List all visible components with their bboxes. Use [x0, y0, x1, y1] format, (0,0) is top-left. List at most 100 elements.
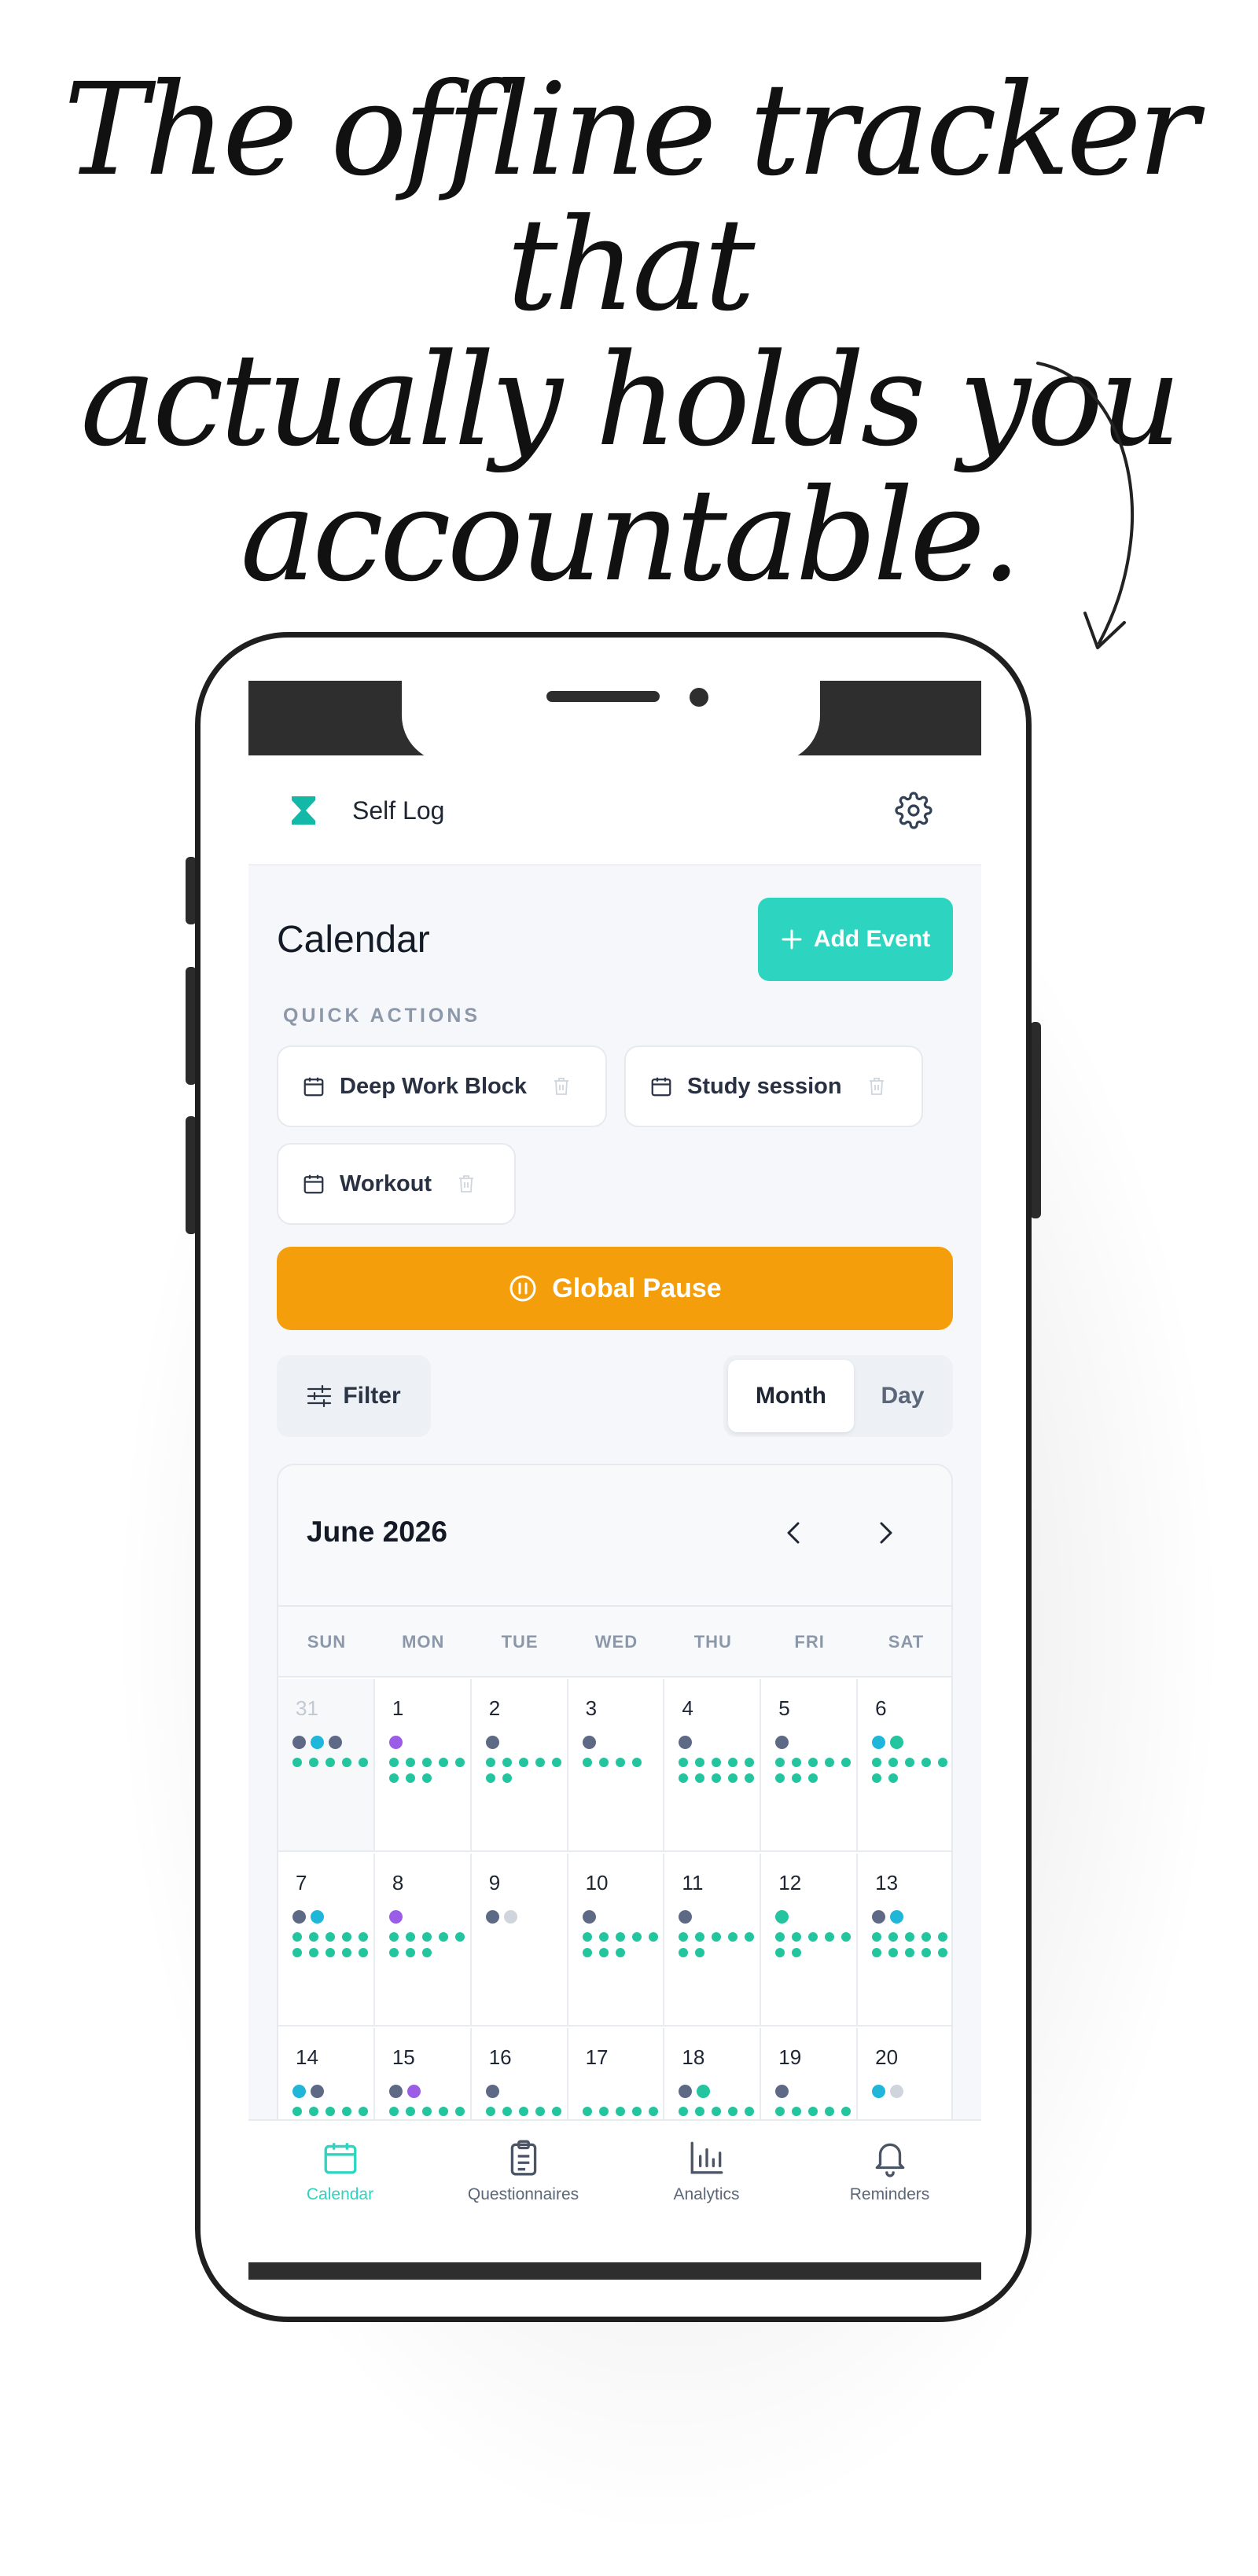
calendar-day-cell[interactable]: 4 — [664, 1679, 762, 1852]
day-number: 17 — [585, 2045, 609, 2069]
bell-icon — [875, 2143, 904, 2177]
quick-action-chip[interactable]: Deep Work Block — [277, 1045, 607, 1127]
day-number: 9 — [488, 1871, 501, 1894]
completion-dots — [872, 1932, 948, 1957]
completion-dot — [342, 1932, 351, 1942]
completion-dot — [342, 1758, 351, 1767]
phone-bottom-bezel — [248, 2262, 981, 2280]
trash-icon[interactable] — [457, 1174, 476, 1194]
status-dot — [582, 1910, 596, 1924]
app-bar: Self Log — [248, 755, 981, 865]
day-number: 20 — [875, 2045, 899, 2069]
settings-gear-icon[interactable] — [895, 792, 932, 829]
completion-dot — [582, 1758, 592, 1767]
completion-dot — [359, 1758, 368, 1767]
status-dots — [872, 1910, 904, 1924]
nav-item-reminders[interactable]: Reminders — [798, 2121, 981, 2262]
completion-dot — [502, 2107, 512, 2116]
status-dot — [388, 1910, 403, 1924]
status-dots — [582, 1736, 596, 1749]
status-dots — [775, 2085, 789, 2098]
calendar-day-cell[interactable]: 7 — [278, 1854, 375, 2027]
calendar-day-cell[interactable]: 31 — [278, 1679, 375, 1852]
completion-dot — [775, 1932, 785, 1942]
calendar-day-cell[interactable]: 6 — [858, 1679, 951, 1852]
plus-icon — [782, 929, 802, 950]
completion-dot — [872, 1758, 882, 1767]
completion-dot — [775, 2107, 785, 2116]
completion-dot — [309, 2107, 318, 2116]
completion-dot — [326, 1932, 335, 1942]
completion-dot — [808, 1773, 818, 1783]
calendar-day-cell[interactable]: 10 — [568, 1854, 665, 2027]
calendar-day-cell[interactable]: 2 — [471, 1679, 568, 1852]
completion-dot — [454, 1758, 465, 1767]
quick-action-chip[interactable]: Study session — [624, 1045, 923, 1127]
completion-dots — [775, 1758, 852, 1783]
calendar-day-cell[interactable]: 12 — [761, 1854, 859, 2027]
calendar-day-cell[interactable]: 9 — [471, 1854, 568, 2027]
weekday-label: WED — [594, 1632, 638, 1652]
status-dot — [485, 2085, 499, 2098]
weekday-label: SUN — [307, 1632, 347, 1652]
completion-dot — [808, 1758, 818, 1767]
completion-dot — [695, 1773, 705, 1783]
completion-dot — [292, 2107, 302, 2116]
add-event-button[interactable]: Add Event — [758, 898, 953, 981]
calendar-day-cell[interactable]: 11 — [664, 1854, 762, 2027]
status-dots — [292, 1736, 342, 1749]
completion-dot — [438, 1758, 448, 1767]
global-pause-button[interactable]: Global Pause — [277, 1247, 953, 1330]
completion-dot — [825, 1758, 835, 1767]
completion-dot — [631, 1932, 642, 1942]
chevron-left-icon[interactable] — [778, 1517, 810, 1549]
calendar-day-cell[interactable]: 3 — [568, 1679, 665, 1852]
calendar-day-cell[interactable]: 5 — [761, 1679, 859, 1852]
completion-dot — [388, 2107, 399, 2116]
status-dots — [679, 1736, 693, 1749]
calendar-day-cell[interactable]: 8 — [374, 1854, 472, 2027]
nav-item-questionnaires[interactable]: Questionnaires — [432, 2121, 615, 2262]
calendar-month-label: June 2026 — [307, 1516, 447, 1548]
completion-dot — [405, 1948, 415, 1957]
sliders-icon — [307, 1385, 332, 1407]
completion-dot — [745, 2107, 755, 2116]
completion-dot — [888, 1948, 899, 1957]
completion-dot — [535, 1758, 545, 1767]
status-dot — [292, 2085, 306, 2098]
completion-dot — [712, 2107, 722, 2116]
completion-dots — [292, 1932, 368, 1957]
status-dots — [775, 1910, 789, 1924]
phone-notch — [402, 681, 820, 763]
nav-item-analytics[interactable]: Analytics — [615, 2121, 798, 2262]
trash-icon[interactable] — [867, 1076, 886, 1097]
completion-dot — [421, 1932, 432, 1942]
completion-dot — [388, 1932, 399, 1942]
status-dots — [388, 1910, 403, 1924]
calendar-day-cell[interactable]: 13 — [858, 1854, 951, 2027]
completion-dot — [485, 2107, 495, 2116]
nav-item-calendar[interactable]: Calendar — [248, 2121, 432, 2262]
day-number: 7 — [296, 1871, 307, 1894]
view-day-tab[interactable]: Day — [857, 1360, 948, 1432]
status-dot — [292, 1910, 306, 1924]
completion-dot — [485, 1758, 495, 1767]
completion-dot — [648, 2107, 658, 2116]
nav-label: Calendar — [306, 2185, 374, 2203]
filter-button[interactable]: Filter — [277, 1355, 431, 1437]
completion-dot — [598, 1758, 609, 1767]
status-dots — [485, 1910, 517, 1924]
quick-action-chip[interactable]: Workout — [277, 1143, 516, 1225]
trash-icon[interactable] — [552, 1076, 571, 1097]
completion-dot — [598, 1932, 609, 1942]
completion-dot — [309, 1758, 318, 1767]
weekday-label: FRI — [794, 1632, 825, 1652]
chevron-right-icon[interactable] — [870, 1517, 901, 1549]
completion-dot — [938, 1932, 948, 1942]
status-dot — [311, 1736, 324, 1749]
status-dot — [388, 1736, 403, 1749]
completion-dot — [679, 1758, 689, 1767]
completion-dot — [421, 1758, 432, 1767]
view-month-tab[interactable]: Month — [728, 1360, 854, 1432]
calendar-day-cell[interactable]: 1 — [374, 1679, 472, 1852]
